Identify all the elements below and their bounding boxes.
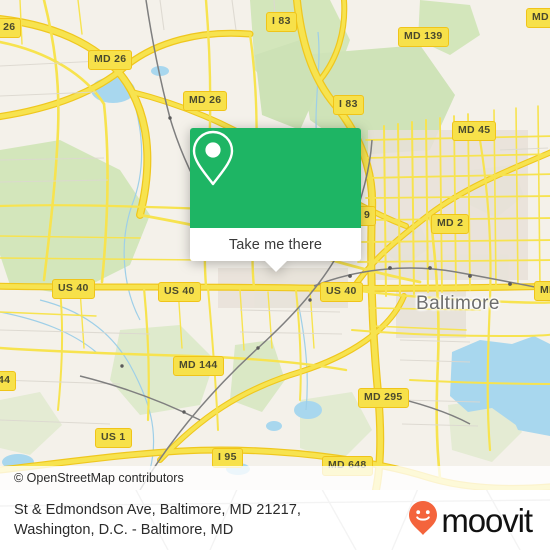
- highway-shield: US 40: [158, 282, 201, 302]
- highway-shield: MD 295: [358, 388, 409, 408]
- highway-shield: MD 2: [431, 214, 470, 234]
- address-line-1: St & Edmondson Ave, Baltimore, MD 21217,: [14, 502, 301, 518]
- highway-shield: I 83: [333, 95, 364, 115]
- highway-shield: MD: [526, 8, 550, 28]
- attribution-text: © OpenStreetMap contributors: [14, 471, 184, 485]
- popup-pointer-tail: [264, 261, 287, 272]
- highway-shield: I 95: [212, 448, 243, 468]
- highway-shield: MD 45: [452, 121, 497, 141]
- location-popup-card[interactable]: Take me there: [190, 128, 361, 272]
- highway-shield: MD 26: [183, 91, 228, 111]
- map-canvas[interactable]: D 26 MD 26 I 83 MD 139 MD MD 26 I 83 MD 45 MD 29…: [0, 0, 550, 490]
- highway-shield: 44: [0, 371, 17, 391]
- moovit-map-screenshot: D 26 MD 26 I 83 MD 139 MD MD 26 I 83 MD 45 MD 29…: [0, 0, 550, 550]
- take-me-there-button[interactable]: Take me there: [229, 237, 322, 253]
- popup-header: [190, 128, 361, 228]
- highway-shield: MD 144: [173, 356, 224, 376]
- city-label-baltimore: Baltimore: [416, 293, 500, 314]
- moovit-wordmark: moovit: [441, 501, 533, 539]
- footer-bar: St & Edmondson Ave, Baltimore, MD 21217,…: [0, 490, 550, 550]
- address-text: St & Edmondson Ave, Baltimore, MD 21217,…: [14, 500, 301, 540]
- popup-footer[interactable]: Take me there: [190, 228, 361, 272]
- highway-shield: D 26: [0, 18, 22, 38]
- highway-shield: US 1: [95, 428, 132, 448]
- moovit-logo[interactable]: moovit: [408, 500, 536, 541]
- highway-shield: MD 139: [398, 27, 449, 47]
- highway-shield: MD: [534, 281, 550, 301]
- highway-shield: US 40: [52, 279, 95, 299]
- highway-shield: MD 26: [88, 50, 133, 70]
- highway-shield: US 40: [320, 282, 363, 302]
- highway-shield: I 83: [266, 12, 297, 32]
- map-attribution[interactable]: © OpenStreetMap contributors: [0, 466, 550, 490]
- address-line-2: Washington, D.C. - Baltimore, MD: [14, 522, 234, 538]
- moovit-pin-icon: [408, 500, 438, 541]
